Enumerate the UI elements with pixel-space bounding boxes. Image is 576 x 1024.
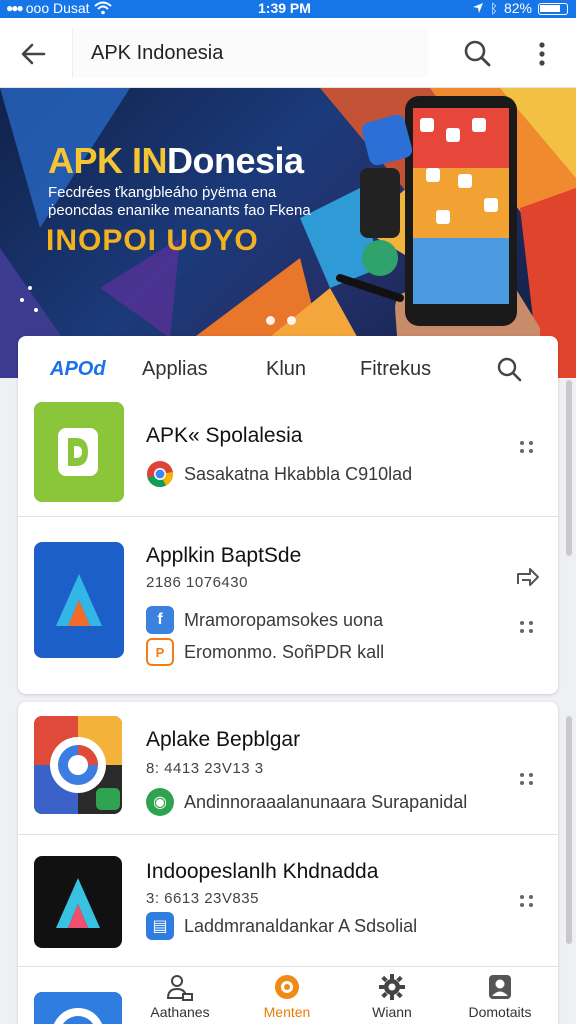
pdf-icon: P <box>146 638 174 666</box>
search-icon <box>464 40 491 67</box>
app-icon[interactable] <box>34 992 122 1024</box>
app-logo-icon <box>34 992 122 1024</box>
app-menu-button[interactable] <box>514 886 538 916</box>
divider <box>18 516 558 517</box>
app-name[interactable]: APK« Spolalesia <box>146 424 302 448</box>
app-subtitle-text: Sasakatna Hkabbla C910lad <box>184 463 413 484</box>
tab-klun[interactable]: Klun <box>266 358 306 381</box>
category-tabs: APOd Applias Klun Fitrekus <box>18 336 558 402</box>
d-logo-icon <box>34 402 124 502</box>
nav-label: Wiann <box>372 1004 412 1020</box>
app-menu-button[interactable] <box>514 612 538 642</box>
app-subtitle: Sasakatna Hkabbla C910lad <box>146 460 412 488</box>
divider <box>18 834 558 835</box>
list-item[interactable]: Indoopeslanlh Khdnadda 3: 6613 23V835 ▤ … <box>18 856 558 960</box>
nav-label: Domotaits <box>468 1004 532 1020</box>
back-arrow-icon <box>21 43 46 65</box>
app-subtitle-text: Eromonmo. SoñPDR kall <box>184 641 385 662</box>
promo-banner[interactable]: APK INDonesia Fecdrées ťkangbleáho ṗyëma… <box>0 88 576 378</box>
scrollbar[interactable] <box>566 380 572 556</box>
tab-applias[interactable]: Applias <box>142 358 208 381</box>
tab-search-button[interactable] <box>492 352 528 388</box>
list-item[interactable]: Aplake Bepblgar 8: 4413 23V13 3 ◉ Andinn… <box>18 716 558 832</box>
search-button[interactable] <box>458 34 498 74</box>
nav-menten[interactable]: Menten <box>237 972 337 1020</box>
people-icon <box>166 975 193 1001</box>
app-subtitle: ◉ Andinnoraaalanunaara Surapanidal <box>146 788 467 816</box>
calendar-icon: ▤ <box>146 912 174 940</box>
back-button[interactable] <box>14 34 54 74</box>
search-icon <box>497 357 522 382</box>
battery-icon <box>538 2 568 15</box>
app-subtitle: f Mramoropamsokes uona <box>146 606 383 634</box>
bottom-navigation: Aathanes Menten Wiann Domotaits <box>140 966 576 1024</box>
search-field[interactable]: APK Indonesia <box>72 28 428 78</box>
app-meta: 3: 6613 23V835 <box>146 890 259 907</box>
carrier-label: ooo Dusat <box>25 0 90 16</box>
pager-dot[interactable] <box>266 316 275 325</box>
triangle-logo-icon <box>34 856 122 948</box>
app-icon[interactable] <box>34 856 122 948</box>
battery-percent: 82% <box>503 0 532 16</box>
app-meta: 2186 1076430 <box>146 574 248 591</box>
nav-domotaits[interactable]: Domotaits <box>450 972 550 1020</box>
app-name[interactable]: Indoopeslanlh Khdnadda <box>146 860 378 884</box>
app-icon[interactable] <box>34 716 122 814</box>
wifi-icon <box>93 1 112 15</box>
more-vert-icon <box>539 42 545 66</box>
app-meta: 8: 4413 23V13 3 <box>146 760 264 777</box>
app-icon[interactable] <box>34 542 124 658</box>
game-icon: ◉ <box>146 788 174 816</box>
account-icon <box>489 975 511 999</box>
share-icon <box>517 568 539 586</box>
search-field-value: APK Indonesia <box>91 41 224 64</box>
circle-logo-icon <box>34 716 122 814</box>
list-item[interactable]: Applkin BaptSde 2186 1076430 f Mramoropa… <box>18 526 558 686</box>
banner-description-line-1: Fecdrées ťkangbleáho ṗyëma ena <box>48 184 277 201</box>
list-item[interactable]: APK« Spolalesia Sasakatna Hkabbla C910la… <box>18 402 558 516</box>
nav-label: Menten <box>263 1004 311 1020</box>
pager-dot[interactable] <box>287 316 296 325</box>
banner-subtitle: INOPOI UOYO <box>46 224 259 257</box>
tab-fitrekus[interactable]: Fitrekus <box>360 358 431 381</box>
app-menu-button[interactable] <box>514 432 538 462</box>
app-icon[interactable] <box>34 402 124 502</box>
share-button[interactable] <box>512 562 542 592</box>
nav-aathanes[interactable]: Aathanes <box>130 972 230 1020</box>
app-name[interactable]: Applkin BaptSde <box>146 544 301 568</box>
app-subtitle-text: Mramoropamsokes uona <box>184 609 384 630</box>
nav-wiann[interactable]: Wiann <box>342 972 442 1020</box>
status-bar: ●●● ooo Dusat 1:39 PM ᛒ 82% <box>0 0 576 18</box>
app-subtitle-text: Laddmranaldankar A Sdsolial <box>184 915 418 936</box>
location-icon <box>473 3 484 13</box>
banner-description-line-2: ṗeoncdas enanike meanants fao Fkena <box>48 202 311 219</box>
app-subtitle: P Eromonmo. SoñPDR kall <box>146 638 384 666</box>
facebook-icon: f <box>146 606 174 634</box>
target-icon <box>275 975 299 999</box>
tab-apod[interactable]: APOd <box>50 358 106 381</box>
app-subtitle: ▤ Laddmranaldankar A Sdsolial <box>146 912 417 940</box>
chrome-icon <box>147 461 174 488</box>
app-menu-button[interactable] <box>514 764 538 794</box>
app-subtitle-text: Andinnoraaalanunaara Surapanidal <box>184 791 468 812</box>
status-time: 1:39 PM <box>258 0 311 16</box>
more-options-button[interactable] <box>524 34 560 74</box>
triangle-logo-icon <box>34 542 124 658</box>
top-app-bar: APK Indonesia <box>0 18 576 88</box>
bluetooth-icon: ᛒ <box>490 0 498 16</box>
app-name[interactable]: Aplake Bepblgar <box>146 728 300 752</box>
banner-title: APK INDonesia <box>48 140 304 181</box>
gear-icon <box>379 974 405 1000</box>
scrollbar[interactable] <box>566 716 572 944</box>
signal-icon: ●●● <box>6 1 24 15</box>
nav-label: Aathanes <box>150 1004 210 1020</box>
app-list-card: APOd Applias Klun Fitrekus APK« Spolales… <box>18 336 558 694</box>
banner-pager[interactable] <box>266 316 296 325</box>
